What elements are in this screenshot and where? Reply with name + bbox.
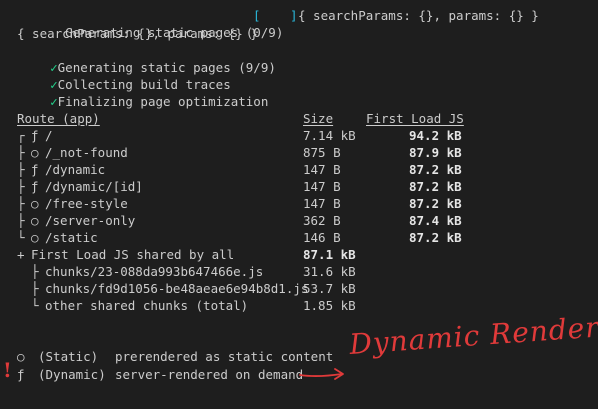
route-size: 875 B: [303, 145, 341, 160]
done-item: ✓Collecting build traces: [20, 59, 231, 92]
tree-branch: └: [31, 298, 39, 313]
chunk-name: chunks/fd9d1056-be48aeae6e94b8d1.js: [45, 281, 309, 296]
done-item: ✓Finalizing page optimization: [20, 76, 268, 109]
shared-prefix: +: [17, 247, 25, 262]
table-row: ┌ ƒ / 7.14 kB 94.2 kB: [0, 127, 598, 144]
route-kind-icon: ƒ: [31, 162, 39, 177]
table-row: └ ○ /static 146 B 87.2 kB: [0, 229, 598, 246]
legend-type: (Dynamic): [38, 367, 106, 382]
tree-branch: ├: [17, 179, 25, 194]
route-path: /: [45, 128, 53, 143]
shared-label: First Load JS shared by all: [31, 247, 235, 262]
table-row: ├ ○ /free-style 147 B 87.2 kB: [0, 195, 598, 212]
header-size: Size: [303, 111, 334, 126]
route-first-load: 94.2 kB: [409, 128, 462, 143]
params-text-a: { searchParams: {}, params: {} }: [298, 8, 539, 23]
progress-bar-close: ]: [290, 8, 298, 23]
table-row: ├ ○ /server-only 362 B 87.4 kB: [0, 212, 598, 229]
tree-branch: ├: [17, 162, 25, 177]
route-kind-icon: ○: [31, 213, 39, 228]
chunk-name: other shared chunks (total): [45, 298, 249, 313]
tree-branch: ├: [31, 281, 39, 296]
route-first-load: 87.2 kB: [409, 230, 462, 245]
tree-branch: ├: [17, 145, 25, 160]
shared-row: + First Load JS shared by all 87.1 kB: [0, 246, 598, 263]
progress-line: Generating static pages (0/9): [35, 7, 283, 40]
chunk-name: chunks/23-088da993b647466e.js: [45, 264, 264, 279]
tree-branch: ├: [31, 264, 39, 279]
legend-desc: prerendered as static content: [115, 349, 334, 364]
table-row: ├ ƒ/dynamic 147 B 87.2 kB: [0, 161, 598, 178]
route-size: 147 B: [303, 196, 341, 211]
route-size: 147 B: [303, 179, 341, 194]
terminal-output: Generating static pages (0/9) [ ] { sear…: [0, 0, 598, 409]
route-path: /_not-found: [45, 145, 128, 160]
table-row: ├ ƒ/dynamic/[id] 147 B 87.2 kB: [0, 178, 598, 195]
done-item-label: Finalizing page optimization: [57, 94, 269, 109]
route-path: /dynamic/[id]: [45, 179, 143, 194]
tree-branch: ├: [17, 196, 25, 211]
chunk-size: 1.85 kB: [303, 298, 356, 313]
table-row: ├ ○ /_not-found 875 B 87.9 kB: [0, 144, 598, 161]
chunk-row: └ other shared chunks (total) 1.85 kB: [0, 297, 598, 314]
dynamic-symbol-icon: ƒ: [17, 367, 25, 382]
done-item: ✓Generating static pages (9/9): [20, 42, 276, 75]
progress-bar-open: [: [253, 8, 261, 23]
route-first-load: 87.2 kB: [409, 179, 462, 194]
exclamation-mark: !: [3, 358, 12, 382]
route-path: /dynamic: [45, 162, 106, 177]
route-kind-icon: ƒ: [31, 128, 39, 143]
route-path: /server-only: [45, 213, 136, 228]
header-first-load: First Load JS: [366, 111, 464, 126]
route-first-load: 87.2 kB: [409, 196, 462, 211]
chunk-row: ├ chunks/23-088da993b647466e.js 31.6 kB: [0, 263, 598, 280]
route-size: 147 B: [303, 162, 341, 177]
legend-desc: server-rendered on demand: [115, 367, 304, 382]
chunk-size: 53.7 kB: [303, 281, 356, 296]
tree-branch: ┌: [17, 128, 25, 143]
arrow-icon: [299, 368, 344, 380]
legend-type: (Static): [38, 349, 99, 364]
route-first-load: 87.4 kB: [409, 213, 462, 228]
route-size: 146 B: [303, 230, 341, 245]
route-size: 362 B: [303, 213, 341, 228]
params-text-b: { searchParams: {}, params: {} }: [17, 26, 258, 41]
route-size: 7.14 kB: [303, 128, 356, 143]
static-symbol-icon: ○: [17, 349, 25, 364]
route-kind-icon: ƒ: [31, 179, 39, 194]
route-path: /free-style: [45, 196, 128, 211]
route-kind-icon: ○: [31, 145, 39, 160]
tree-branch: └: [17, 230, 25, 245]
tree-branch: ├: [17, 213, 25, 228]
route-kind-icon: ○: [31, 230, 39, 245]
shared-size: 87.1 kB: [303, 247, 356, 262]
checkmark-icon: ✓: [50, 94, 58, 109]
chunk-size: 31.6 kB: [303, 264, 356, 279]
chunk-row: ├ chunks/fd9d1056-be48aeae6e94b8d1.js 53.7…: [0, 280, 598, 297]
legend-static: ○ (Static) prerendered as static content: [0, 348, 598, 365]
route-first-load: 87.2 kB: [409, 162, 462, 177]
route-kind-icon: ○: [31, 196, 39, 211]
header-route: Route (app): [17, 111, 100, 126]
route-path: /static: [45, 230, 98, 245]
route-first-load: 87.9 kB: [409, 145, 462, 160]
table-header: Route (app) Size First Load JS: [0, 110, 598, 127]
